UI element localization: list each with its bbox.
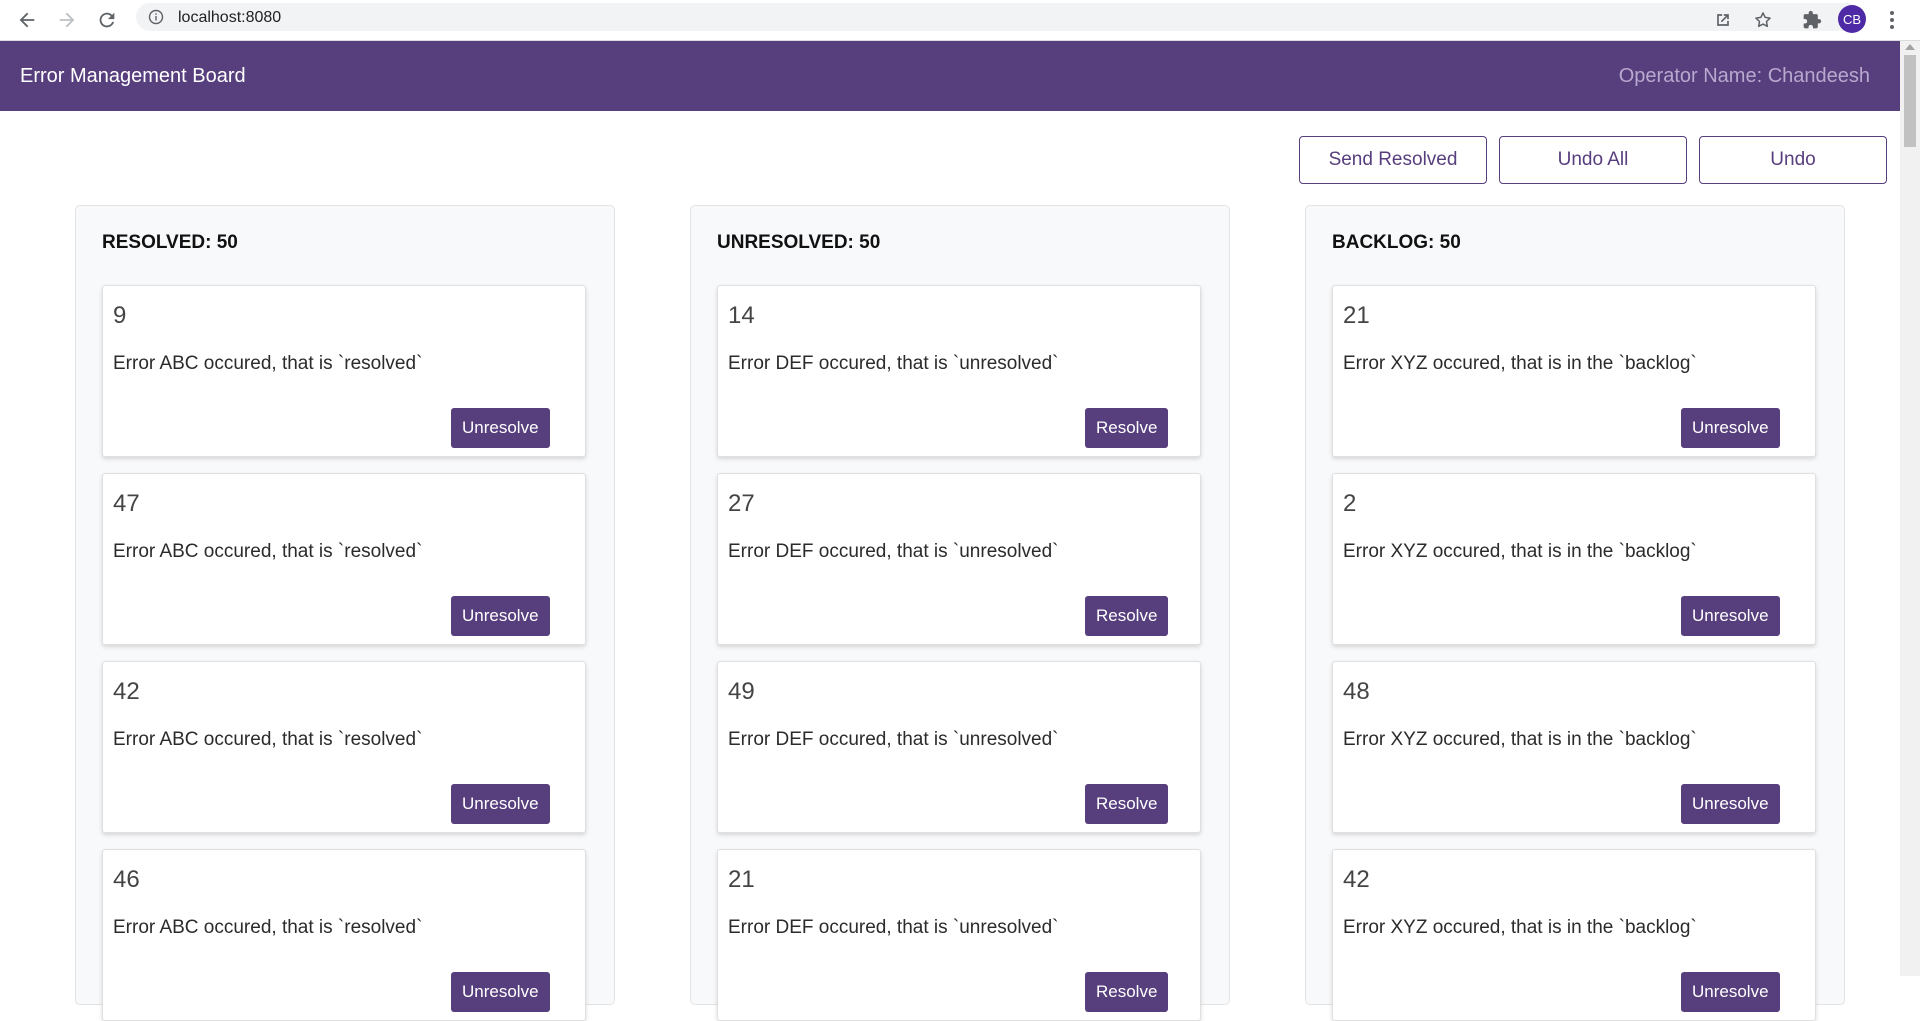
error-message: Error DEF occured, that is `unresolved` — [728, 353, 1059, 374]
column-title: RESOLVED: 50 — [102, 232, 238, 253]
error-card: 2 Error XYZ occured, that is in the `bac… — [1332, 473, 1816, 645]
error-id: 42 — [113, 678, 140, 705]
page-scrollbar[interactable] — [1900, 41, 1920, 976]
bookmark-star-icon[interactable] — [1748, 5, 1778, 35]
resolve-button[interactable]: Resolve — [1085, 784, 1169, 824]
error-id: 42 — [1343, 866, 1370, 893]
scroll-up-icon[interactable] — [1905, 44, 1915, 50]
error-card: 21 Error DEF occured, that is `unresolve… — [717, 849, 1201, 1021]
column-title: BACKLOG: 50 — [1332, 232, 1461, 253]
error-message: Error XYZ occured, that is in the `backl… — [1343, 353, 1697, 374]
error-id: 9 — [113, 302, 127, 329]
resolved-column: RESOLVED: 50 9 Error ABC occured, that i… — [75, 205, 615, 1021]
undo-all-button[interactable]: Undo All — [1499, 136, 1687, 184]
undo-button[interactable]: Undo — [1699, 136, 1887, 184]
app-header: Error Management Board Operator Name: Ch… — [0, 41, 1900, 111]
unresolve-button[interactable]: Unresolve — [451, 972, 550, 1012]
error-message: Error XYZ occured, that is in the `backl… — [1343, 541, 1697, 562]
operator-name: Operator Name: Chandeesh — [1618, 65, 1870, 87]
error-message: Error XYZ occured, that is in the `backl… — [1343, 917, 1697, 938]
unresolved-column: UNRESOLVED: 50 14 Error DEF occured, tha… — [690, 205, 1230, 1021]
error-id: 27 — [728, 490, 755, 517]
error-card: 42 Error XYZ occured, that is in the `ba… — [1332, 849, 1816, 1021]
resolve-button[interactable]: Resolve — [1085, 972, 1169, 1012]
profile-avatar[interactable]: CB — [1838, 5, 1866, 33]
error-id: 49 — [728, 678, 755, 705]
unresolve-button[interactable]: Unresolve — [451, 408, 550, 448]
browser-menu-icon[interactable] — [1880, 5, 1904, 35]
error-id: 46 — [113, 866, 140, 893]
error-card: 9 Error ABC occured, that is `resolved` … — [102, 285, 586, 457]
extensions-puzzle-icon[interactable] — [1797, 5, 1827, 35]
error-card: 48 Error XYZ occured, that is in the `ba… — [1332, 661, 1816, 833]
error-card: 46 Error ABC occured, that is `resolved`… — [102, 849, 586, 1021]
url-text[interactable]: localhost:8080 — [178, 9, 281, 27]
error-message: Error ABC occured, that is `resolved` — [113, 353, 423, 374]
site-info-icon[interactable] — [148, 9, 164, 25]
error-message: Error DEF occured, that is `unresolved` — [728, 541, 1059, 562]
error-message: Error DEF occured, that is `unresolved` — [728, 729, 1059, 750]
error-card: 14 Error DEF occured, that is `unresolve… — [717, 285, 1201, 457]
scrollbar-thumb[interactable] — [1904, 55, 1916, 147]
error-message: Error ABC occured, that is `resolved` — [113, 729, 423, 750]
app-title: Error Management Board — [20, 65, 246, 87]
back-arrow-icon[interactable] — [12, 5, 42, 35]
unresolve-button[interactable]: Unresolve — [1681, 972, 1780, 1012]
error-id: 48 — [1343, 678, 1370, 705]
forward-arrow-icon[interactable] — [52, 5, 82, 35]
address-bar[interactable]: localhost:8080 — [136, 3, 1861, 31]
error-card: 47 Error ABC occured, that is `resolved`… — [102, 473, 586, 645]
unresolve-button[interactable]: Unresolve — [1681, 596, 1780, 636]
error-message: Error XYZ occured, that is in the `backl… — [1343, 729, 1697, 750]
error-message: Error DEF occured, that is `unresolved` — [728, 917, 1059, 938]
reload-icon[interactable] — [92, 5, 122, 35]
error-card: 49 Error DEF occured, that is `unresolve… — [717, 661, 1201, 833]
resolve-button[interactable]: Resolve — [1085, 596, 1169, 636]
error-id: 21 — [728, 866, 755, 893]
unresolve-button[interactable]: Unresolve — [1681, 784, 1780, 824]
resolve-button[interactable]: Resolve — [1085, 408, 1169, 448]
backlog-column: BACKLOG: 50 21 Error XYZ occured, that i… — [1305, 205, 1845, 1021]
error-id: 14 — [728, 302, 755, 329]
error-card: 21 Error XYZ occured, that is in the `ba… — [1332, 285, 1816, 457]
unresolve-button[interactable]: Unresolve — [1681, 408, 1780, 448]
error-id: 47 — [113, 490, 140, 517]
error-message: Error ABC occured, that is `resolved` — [113, 917, 423, 938]
error-message: Error ABC occured, that is `resolved` — [113, 541, 423, 562]
column-title: UNRESOLVED: 50 — [717, 232, 881, 253]
error-id: 21 — [1343, 302, 1370, 329]
unresolve-button[interactable]: Unresolve — [451, 596, 550, 636]
browser-toolbar: localhost:8080 CB — [0, 0, 1920, 41]
unresolve-button[interactable]: Unresolve — [451, 784, 550, 824]
send-resolved-button[interactable]: Send Resolved — [1299, 136, 1487, 184]
open-in-new-window-icon[interactable] — [1708, 5, 1738, 35]
error-card: 42 Error ABC occured, that is `resolved`… — [102, 661, 586, 833]
error-id: 2 — [1343, 490, 1357, 517]
error-card: 27 Error DEF occured, that is `unresolve… — [717, 473, 1201, 645]
